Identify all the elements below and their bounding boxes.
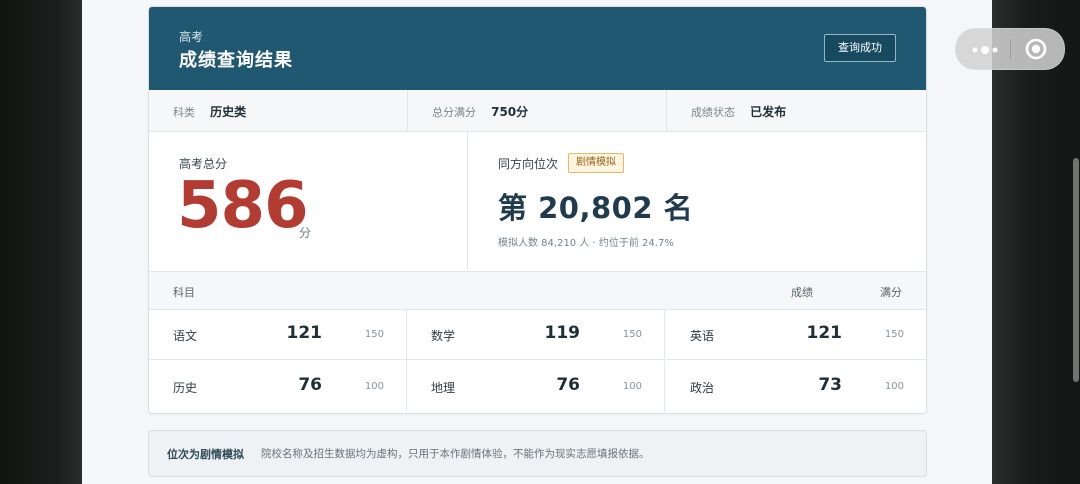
full-score-column-header: 满分 (880, 286, 902, 299)
subject-name: 政治 (690, 381, 715, 395)
result-page: 高考 成绩查询结果 查询成功 科类 历史类 总分满分 750分 成绩状态 已发布… (82, 0, 992, 484)
subject-table-header: 科目 成绩 满分 (149, 271, 926, 310)
header-kicker: 高考 (179, 30, 204, 44)
meta-category-value: 历史类 (210, 105, 247, 119)
subject-score: 73 (818, 375, 842, 395)
meta-divider-1 (407, 90, 408, 131)
total-score-unit: 分 (299, 226, 312, 240)
result-card: 高考 成绩查询结果 查询成功 科类 历史类 总分满分 750分 成绩状态 已发布… (148, 6, 927, 414)
rank-panel: 同方向位次 剧情模拟 第 20,802 名 模拟人数 84,210 人 · 约位… (468, 132, 926, 270)
meta-full-score: 总分满分 750分 (432, 90, 528, 131)
meta-category-label: 科类 (173, 106, 195, 119)
meta-status-label: 成绩状态 (691, 106, 735, 119)
subject-full-score: 150 (622, 329, 642, 340)
meta-status-value: 已发布 (750, 105, 787, 119)
meta-full-score-value: 750分 (491, 105, 529, 119)
meta-status: 成绩状态 已发布 (691, 90, 786, 131)
left-background (0, 0, 82, 484)
capsule-divider (1010, 39, 1011, 59)
target-close-icon-svg (1025, 38, 1047, 60)
simulation-badge: 剧情模拟 (568, 153, 624, 173)
subject-score: 121 (286, 323, 323, 343)
subject-name: 数学 (431, 329, 456, 343)
result-header: 高考 成绩查询结果 查询成功 (149, 7, 926, 90)
right-background (992, 0, 1080, 484)
subject-row: 地理 76 100 (407, 361, 665, 412)
score-column-header: 成绩 (791, 286, 813, 299)
meta-row: 科类 历史类 总分满分 750分 成绩状态 已发布 (149, 90, 926, 132)
subject-full-score: 100 (364, 381, 384, 392)
subject-full-score: 100 (622, 381, 642, 392)
subject-row: 政治 73 100 (666, 361, 926, 412)
disclaimer-text: 院校名称及招生数据均为虚构，只用于本作剧情体验，不能作为现实志愿填报依据。 (261, 448, 650, 460)
disclaimer-note: 位次为剧情模拟 院校名称及招生数据均为虚构，只用于本作剧情体验，不能作为现实志愿… (148, 430, 927, 477)
subject-name: 地理 (431, 381, 456, 395)
subject-name: 语文 (173, 329, 198, 343)
subject-row: 语文 121 150 (149, 309, 407, 360)
rank-note: 模拟人数 84,210 人 · 约位于前 24.7% (498, 238, 674, 249)
subject-full-score: 100 (884, 381, 904, 392)
subject-score: 76 (298, 375, 322, 395)
subject-name: 历史 (173, 381, 198, 395)
subject-grid: 语文 121 150 数学 119 150 英语 121 150 历史 76 1… (149, 309, 926, 413)
meta-full-score-label: 总分满分 (432, 106, 476, 119)
meta-category: 科类 历史类 (173, 90, 246, 131)
target-close-icon[interactable] (1024, 37, 1048, 61)
subject-score: 76 (556, 375, 580, 395)
query-success-button[interactable]: 查询成功 (824, 34, 896, 62)
mini-program-capsule (955, 28, 1065, 70)
subject-name: 英语 (690, 329, 715, 343)
subject-column-header: 科目 (173, 286, 195, 299)
meta-divider-2 (666, 90, 667, 131)
scrollbar-thumb[interactable] (1073, 158, 1079, 382)
total-score-value: 586 (177, 169, 309, 243)
subject-score: 121 (806, 323, 843, 343)
subject-score: 119 (544, 323, 581, 343)
subject-full-score: 150 (884, 329, 904, 340)
subject-row: 英语 121 150 (666, 309, 926, 360)
rank-value: 第 20,802 名 (498, 191, 694, 225)
page-title: 成绩查询结果 (179, 50, 293, 71)
more-dots-icon-svg (972, 46, 998, 54)
rank-label: 同方向位次 (498, 157, 559, 171)
total-score-panel: 高考总分 586 分 (149, 132, 467, 270)
disclaimer-title: 位次为剧情模拟 (167, 448, 244, 461)
subject-row: 数学 119 150 (407, 309, 665, 360)
more-dots-icon[interactable] (970, 42, 1000, 56)
subject-row: 历史 76 100 (149, 361, 407, 412)
subject-full-score: 150 (364, 329, 384, 340)
